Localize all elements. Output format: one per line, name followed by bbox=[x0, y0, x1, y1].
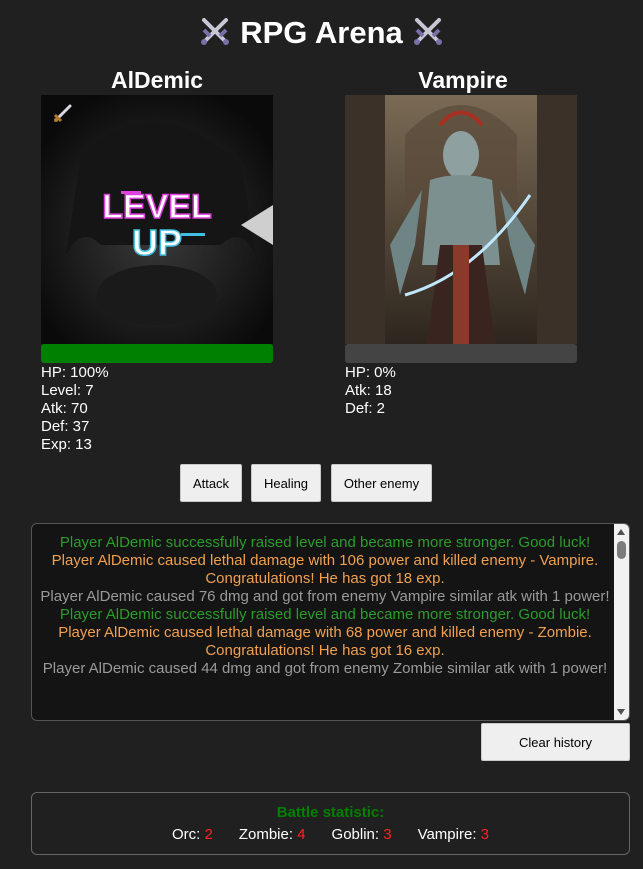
statistic-count: 3 bbox=[383, 826, 392, 843]
statistic-item: Zombie: 4 bbox=[239, 826, 306, 843]
enemy-hp-bar bbox=[345, 344, 577, 363]
statistic-label: Zombie: bbox=[238, 826, 298, 843]
player-hp: HP: 100% bbox=[41, 364, 109, 381]
crossed-swords-icon bbox=[200, 18, 229, 45]
battle-statistic: Battle statistic: Orc: 2 Zombie: 4 Goblin:… bbox=[31, 792, 630, 855]
battle-log[interactable]: Player AlDemic successfully raised level… bbox=[31, 523, 630, 721]
crossed-swords-icon bbox=[414, 18, 443, 45]
log-entry: Player AlDemic caused 44 dmg and got fro… bbox=[42, 660, 608, 677]
player-level: Level: 7 bbox=[41, 382, 94, 399]
player-panel: AlDemic LEVEL UP HP: 100% Level: 7 Atk: … bbox=[41, 67, 273, 457]
other-enemy-button[interactable]: Other enemy bbox=[331, 464, 432, 502]
player-stats: HP: 100% Level: 7 Atk: 70 Def: 37 Exp: 1… bbox=[41, 364, 109, 454]
log-entry: Player AlDemic successfully raised level… bbox=[59, 606, 591, 623]
statistic-label: Goblin: bbox=[331, 826, 384, 843]
player-hp-fill bbox=[41, 344, 273, 363]
enemy-stats: HP: 0% Atk: 18 Def: 2 bbox=[345, 364, 396, 418]
enemy-name: Vampire bbox=[418, 67, 508, 93]
log-entry: Player AlDemic caused 76 dmg and got fro… bbox=[40, 588, 610, 605]
statistic-item: Vampire: 3 bbox=[418, 826, 489, 843]
page-title: RPG Arena bbox=[0, 14, 643, 51]
statistic-count: 4 bbox=[297, 826, 306, 843]
statistic-row: Orc: 2 Zombie: 4 Goblin: 3 Vampire: 3 bbox=[32, 826, 629, 843]
portrait-text-level: LEVEL bbox=[102, 188, 212, 226]
player-hp-bar bbox=[41, 344, 273, 363]
enemy-def: Def: 2 bbox=[345, 400, 386, 417]
statistic-count: 3 bbox=[480, 826, 489, 843]
player-def: Def: 37 bbox=[41, 418, 90, 435]
log-entry: Player AlDemic caused lethal damage with… bbox=[51, 552, 599, 587]
player-portrait: LEVEL UP bbox=[41, 95, 273, 344]
player-exp: Exp: 13 bbox=[41, 436, 92, 453]
scroll-thumb[interactable] bbox=[617, 541, 626, 559]
statistic-label: Orc: bbox=[171, 826, 205, 843]
statistic-item: Orc: 2 bbox=[172, 826, 213, 843]
enemy-atk: Atk: 18 bbox=[345, 382, 392, 399]
statistic-item: Goblin: 3 bbox=[332, 826, 392, 843]
log-entry: Player AlDemic successfully raised level… bbox=[59, 534, 591, 551]
enemy-hp: HP: 0% bbox=[345, 364, 396, 381]
statistic-title: Battle statistic: bbox=[276, 804, 385, 821]
battle-log-list: Player AlDemic successfully raised level… bbox=[40, 534, 610, 678]
statistic-count: 2 bbox=[204, 826, 213, 843]
healing-button[interactable]: Healing bbox=[251, 464, 321, 502]
statistic-label: Vampire: bbox=[417, 826, 481, 843]
clear-history-button[interactable]: Clear history bbox=[481, 723, 630, 761]
log-entry: Player AlDemic caused lethal damage with… bbox=[58, 624, 592, 659]
scroll-down-arrow-icon[interactable] bbox=[617, 709, 625, 715]
player-name: AlDemic bbox=[110, 67, 204, 93]
title-text: RPG Arena bbox=[240, 15, 403, 50]
enemy-portrait bbox=[345, 95, 577, 344]
portrait-text-up: UP bbox=[132, 222, 182, 263]
scroll-up-arrow-icon[interactable] bbox=[617, 529, 625, 535]
player-atk: Atk: 70 bbox=[41, 400, 88, 417]
sword-icon bbox=[53, 104, 72, 123]
log-scrollbar[interactable] bbox=[614, 524, 629, 720]
attack-button[interactable]: Attack bbox=[180, 464, 242, 502]
enemy-panel: Vampire HP: 0% Atk: 18 Def: 2 bbox=[345, 67, 581, 427]
